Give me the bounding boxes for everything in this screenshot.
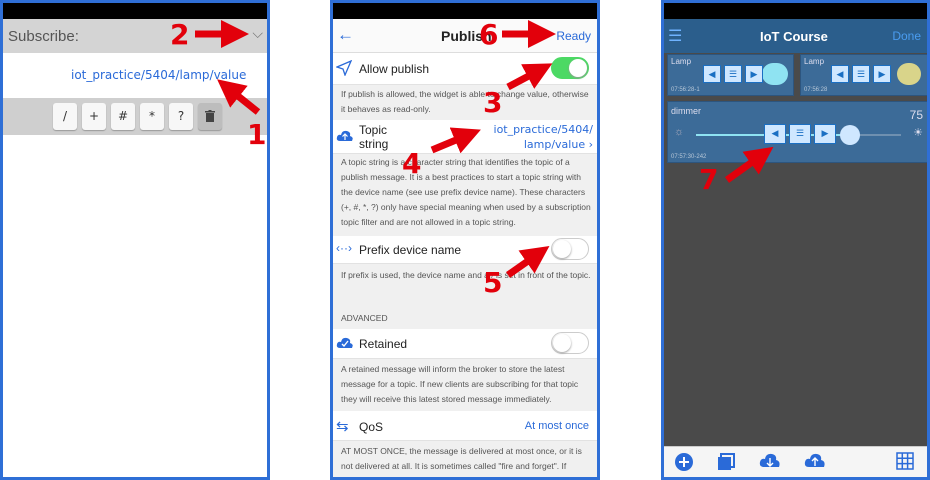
- annotation-arrows: [195, 20, 774, 278]
- annotation-7: 7: [699, 163, 719, 196]
- annotation-4: 4: [402, 147, 422, 180]
- arrow-5: [505, 245, 550, 278]
- arrow-7: [724, 146, 774, 183]
- annotation-6: 6: [479, 18, 499, 51]
- arrow-1: [217, 79, 261, 115]
- annotation-3: 3: [483, 86, 503, 119]
- arrow-3: [506, 63, 553, 91]
- annotation-2: 2: [170, 18, 190, 51]
- annotation-1: 1: [247, 118, 267, 151]
- arrow-4: [430, 127, 481, 154]
- annotation-5: 5: [483, 266, 503, 299]
